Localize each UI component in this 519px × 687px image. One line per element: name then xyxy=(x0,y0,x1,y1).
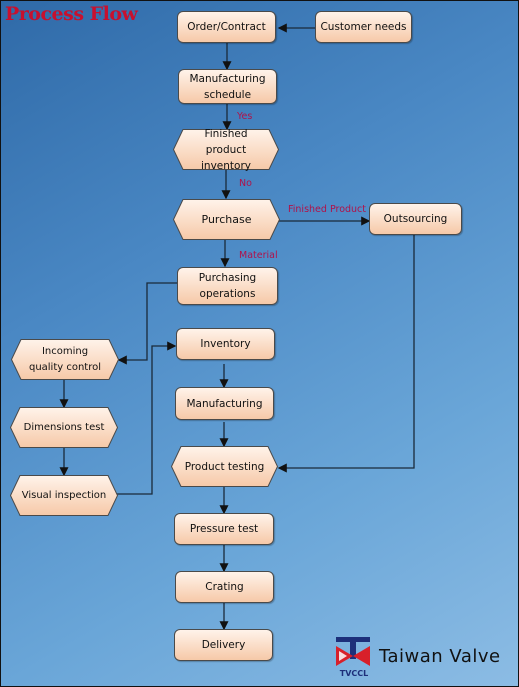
node-delivery[interactable]: Delivery xyxy=(174,629,273,661)
node-label: Customer needs xyxy=(320,21,407,33)
node-label: Crating xyxy=(205,581,244,593)
node-incoming-quality-control[interactable]: Incoming quality control xyxy=(11,339,119,380)
node-label: Finished product inventory xyxy=(201,127,251,172)
process-flow-diagram: Process Flow Yes No Finished Product Mat… xyxy=(0,0,519,687)
tvccl-logo-icon: TVCCL xyxy=(336,637,370,678)
edge-label-finished-product: Finished Product xyxy=(288,204,367,215)
brand-name: Taiwan Valve xyxy=(379,646,501,667)
node-label: Manufacturing xyxy=(186,397,263,410)
node-label: Manufacturing schedule xyxy=(189,72,266,101)
node-label: Inventory xyxy=(200,338,251,350)
node-crating[interactable]: Crating xyxy=(175,571,274,603)
edge-operations-to-iqc xyxy=(117,282,177,365)
node-label: Purchasing operations xyxy=(198,272,257,300)
node-product-testing[interactable]: Product testing xyxy=(171,446,278,487)
node-label: Outsourcing xyxy=(383,213,448,225)
node-visual-inspection[interactable]: Visual inspection xyxy=(10,475,118,516)
node-label: Product testing xyxy=(184,460,265,473)
edge-visual-to-inventory xyxy=(117,341,177,495)
node-finished-product-inventory[interactable]: Finished product inventory xyxy=(173,128,279,172)
node-outsourcing[interactable]: Outsourcing xyxy=(369,203,462,235)
node-label: Purchase xyxy=(201,212,252,226)
node-dimensions-test[interactable]: Dimensions test xyxy=(10,407,118,448)
node-label: Dimensions test xyxy=(23,421,105,433)
edge-outsourcing-to-testing xyxy=(277,235,415,473)
node-purchasing-operations[interactable]: Purchasing operations xyxy=(177,267,278,305)
node-inventory[interactable]: Inventory xyxy=(176,328,275,360)
node-order-contract[interactable]: Order/Contract xyxy=(177,11,276,43)
node-label: Order/Contract xyxy=(187,21,266,33)
node-purchase[interactable]: Purchase xyxy=(173,199,280,240)
node-customer-needs[interactable]: Customer needs xyxy=(315,11,412,43)
node-pressure-test[interactable]: Pressure test xyxy=(174,513,274,545)
node-manufacturing-schedule[interactable]: Manufacturing schedule xyxy=(178,69,277,104)
node-label: Delivery xyxy=(201,639,246,651)
node-label: Visual inspection xyxy=(21,489,107,501)
node-label: Incoming quality control xyxy=(28,345,102,373)
node-manufacturing[interactable]: Manufacturing xyxy=(175,387,274,420)
edge-label-material: Material xyxy=(239,250,278,261)
edge-label-yes: Yes xyxy=(237,111,253,122)
edge-label-no: No xyxy=(239,178,252,189)
node-label: Pressure test xyxy=(189,523,259,535)
logo-text: TVCCL xyxy=(340,669,369,678)
